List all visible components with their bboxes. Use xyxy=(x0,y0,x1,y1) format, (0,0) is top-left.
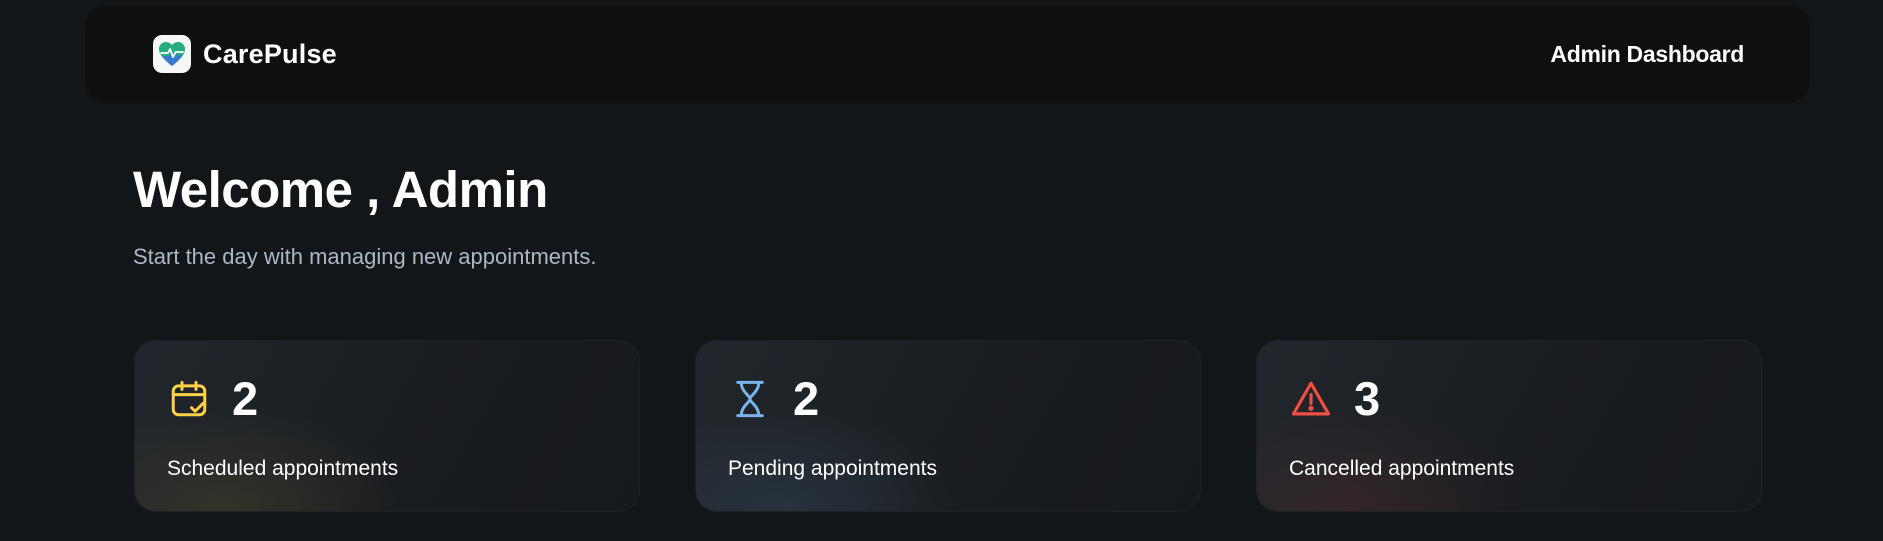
welcome-subtitle: Start the day with managing new appointm… xyxy=(133,244,597,269)
stat-label: Scheduled appointments xyxy=(167,457,399,480)
welcome-title: Welcome , Admin xyxy=(133,161,548,218)
hourglass-icon xyxy=(729,378,771,420)
warning-triangle-icon xyxy=(1290,378,1332,420)
stat-card-header: 2 xyxy=(168,375,258,422)
top-header: CarePulse Admin Dashboard xyxy=(85,5,1810,103)
stat-label: Pending appointments xyxy=(728,457,937,480)
brand-logo-link[interactable]: CarePulse xyxy=(153,35,337,73)
calendar-check-icon xyxy=(168,378,210,420)
stat-card-scheduled: 2 Scheduled appointments xyxy=(134,340,640,512)
stat-card-cancelled: 3 Cancelled appointments xyxy=(1256,340,1762,512)
stat-card-header: 2 xyxy=(729,375,819,422)
brand-name: CarePulse xyxy=(203,38,337,69)
stat-count: 3 xyxy=(1354,372,1381,425)
carepulse-logo-icon xyxy=(153,35,191,73)
page-heading-admin-dashboard: Admin Dashboard xyxy=(1550,40,1744,67)
stat-count: 2 xyxy=(793,372,820,425)
stat-count: 2 xyxy=(232,372,259,425)
stat-card-header: 3 xyxy=(1290,375,1380,422)
stat-label: Cancelled appointments xyxy=(1289,457,1515,480)
stat-card-pending: 2 Pending appointments xyxy=(695,340,1201,512)
